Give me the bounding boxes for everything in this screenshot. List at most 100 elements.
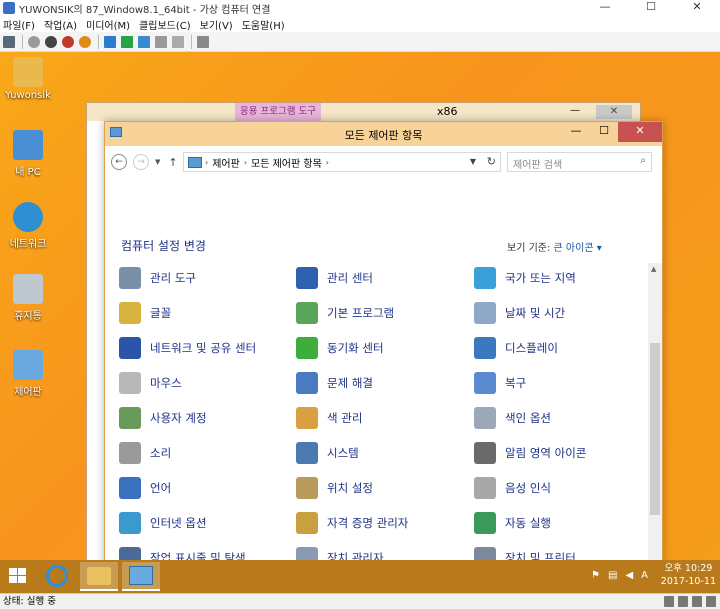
- back-arrow-icon[interactable]: ←: [111, 154, 127, 170]
- taskbar-control-panel[interactable]: [122, 562, 160, 591]
- desktop-icon-control-panel[interactable]: 제어판: [0, 350, 56, 398]
- control-panel-item-label: 글꼴: [150, 306, 172, 320]
- control-panel-item[interactable]: 소리: [119, 441, 171, 465]
- host-minimize-button[interactable]: —: [582, 0, 628, 16]
- control-panel-item[interactable]: 디스플레이: [474, 336, 558, 360]
- recycle-bin-icon: [13, 274, 43, 304]
- search-input[interactable]: 제어판 검색 ⌕: [507, 152, 652, 172]
- volume-icon[interactable]: ◀: [625, 570, 633, 581]
- control-panel-item-icon: [296, 372, 318, 394]
- control-panel-item[interactable]: 사용자 계정: [119, 406, 207, 430]
- breadcrumb-all-items[interactable]: 모든 제어판 항목: [251, 155, 322, 170]
- cp-maximize-button[interactable]: ☐: [590, 122, 618, 142]
- background-window-titlebar: 응용 프로그램 도구 x86 — ✕: [87, 103, 640, 121]
- menu-action[interactable]: 작업(A): [44, 17, 77, 32]
- host-toolbar: [0, 32, 720, 52]
- control-panel-item[interactable]: 동기화 센터: [296, 336, 384, 360]
- clock[interactable]: 오후 10:29 2017-10-11: [661, 562, 716, 588]
- control-panel-item[interactable]: 국가 또는 지역: [474, 266, 576, 290]
- control-panel-item[interactable]: 시스템: [296, 441, 359, 465]
- desktop-icon-user-folder[interactable]: Yuwonsik: [0, 57, 56, 101]
- control-panel-item-label: 동기화 센터: [327, 341, 384, 355]
- control-panel-item-icon: [296, 407, 318, 429]
- control-panel-item[interactable]: 복구: [474, 371, 526, 395]
- control-panel-item-icon: [296, 477, 318, 499]
- action-center-icon[interactable]: ⚑: [591, 570, 600, 581]
- keyboard-icon: [664, 596, 674, 607]
- chevron-right-icon[interactable]: ›: [205, 158, 208, 167]
- toolbar-separator: [22, 34, 23, 49]
- control-panel-item-label: 디스플레이: [505, 341, 558, 355]
- turn-off-icon[interactable]: [45, 35, 57, 48]
- control-panel-item[interactable]: 기본 프로그램: [296, 301, 394, 325]
- menu-file[interactable]: 파일(F): [3, 17, 35, 32]
- lock-icon: [692, 596, 702, 607]
- ctrl-alt-del-icon[interactable]: [3, 35, 15, 48]
- control-panel-item[interactable]: 색인 옵션: [474, 406, 551, 430]
- search-icon[interactable]: ⌕: [640, 155, 646, 166]
- resume-icon[interactable]: [121, 35, 133, 48]
- host-close-button[interactable]: ✕: [674, 0, 720, 16]
- network-status-icon: [706, 596, 716, 607]
- windows-logo-icon: [18, 568, 26, 575]
- taskbar-file-explorer[interactable]: [80, 562, 118, 591]
- ime-indicator[interactable]: A: [641, 570, 648, 581]
- address-bar[interactable]: › 제어판 › 모든 제어판 항목 › ▼ ↻: [183, 152, 501, 172]
- pause-icon[interactable]: [104, 35, 116, 48]
- menu-help[interactable]: 도움말(H): [242, 17, 285, 32]
- control-panel-item-icon: [296, 442, 318, 464]
- checkpoint-icon[interactable]: [155, 35, 167, 48]
- control-panel-item[interactable]: 마우스: [119, 371, 182, 395]
- address-dropdown-icon[interactable]: ▼: [470, 157, 476, 166]
- control-panel-item[interactable]: 날짜 및 시간: [474, 301, 565, 325]
- view-by-control[interactable]: 보기 기준: 큰 아이콘 ▾: [507, 239, 602, 254]
- control-panel-item[interactable]: 글꼴: [119, 301, 171, 325]
- forward-arrow-icon[interactable]: →: [133, 154, 149, 170]
- view-by-dropdown[interactable]: 큰 아이콘 ▾: [554, 243, 602, 254]
- desktop-icon-this-pc[interactable]: 내 PC: [0, 130, 56, 178]
- menu-media[interactable]: 미디어(M): [86, 17, 130, 32]
- recent-locations-chevron-icon[interactable]: ▼: [155, 158, 160, 166]
- control-panel-item[interactable]: 음성 인식: [474, 476, 551, 500]
- desktop-icon-recycle-bin[interactable]: 휴지통: [0, 274, 56, 322]
- host-maximize-button[interactable]: ☐: [628, 0, 674, 16]
- reset-icon[interactable]: [138, 35, 150, 48]
- control-panel-item[interactable]: 관리 도구: [119, 266, 196, 290]
- up-arrow-icon[interactable]: ↑: [168, 156, 177, 169]
- control-panel-item[interactable]: 색 관리: [296, 406, 362, 430]
- menu-clipboard[interactable]: 클립보드(C): [139, 17, 191, 32]
- control-panel-item[interactable]: 인터넷 옵션: [119, 511, 207, 535]
- control-panel-item[interactable]: 자격 증명 관리자: [296, 511, 408, 535]
- control-panel-item-icon: [119, 477, 141, 499]
- revert-icon[interactable]: [172, 35, 184, 48]
- control-panel-item-icon: [119, 372, 141, 394]
- menu-view[interactable]: 보기(V): [200, 17, 233, 32]
- control-panel-item[interactable]: 네트워크 및 공유 센터: [119, 336, 256, 360]
- start-button[interactable]: [9, 568, 27, 584]
- scroll-up-icon[interactable]: ▲: [651, 265, 656, 273]
- enhanced-session-icon[interactable]: [197, 35, 209, 48]
- control-panel-item[interactable]: 알림 영역 아이콘: [474, 441, 586, 465]
- application-tools-tab[interactable]: 응용 프로그램 도구: [235, 103, 321, 121]
- control-panel-item[interactable]: 문제 해결: [296, 371, 373, 395]
- chevron-right-icon[interactable]: ›: [326, 158, 329, 167]
- control-panel-item[interactable]: 위치 설정: [296, 476, 373, 500]
- shutdown-icon[interactable]: [62, 35, 74, 48]
- background-close-button[interactable]: ✕: [596, 105, 632, 119]
- save-state-icon[interactable]: [79, 35, 91, 48]
- refresh-icon[interactable]: ↻: [487, 155, 496, 168]
- background-minimize-button[interactable]: —: [570, 105, 580, 116]
- start-vm-icon[interactable]: [28, 35, 40, 48]
- breadcrumb-control-panel[interactable]: 제어판: [212, 155, 240, 170]
- cp-close-button[interactable]: ✕: [618, 122, 662, 142]
- cp-minimize-button[interactable]: —: [562, 122, 590, 142]
- network-icon[interactable]: ▤: [608, 570, 617, 581]
- chevron-right-icon[interactable]: ›: [244, 158, 247, 167]
- control-panel-item[interactable]: 언어: [119, 476, 171, 500]
- control-panel-item[interactable]: 자동 실행: [474, 511, 551, 535]
- vertical-scrollbar[interactable]: ▲ ▼: [648, 263, 662, 592]
- scrollbar-thumb[interactable]: [650, 343, 660, 515]
- taskbar-internet-explorer[interactable]: [38, 562, 76, 591]
- control-panel-item[interactable]: 관리 센터: [296, 266, 373, 290]
- desktop-icon-network[interactable]: 네트워크: [0, 202, 56, 250]
